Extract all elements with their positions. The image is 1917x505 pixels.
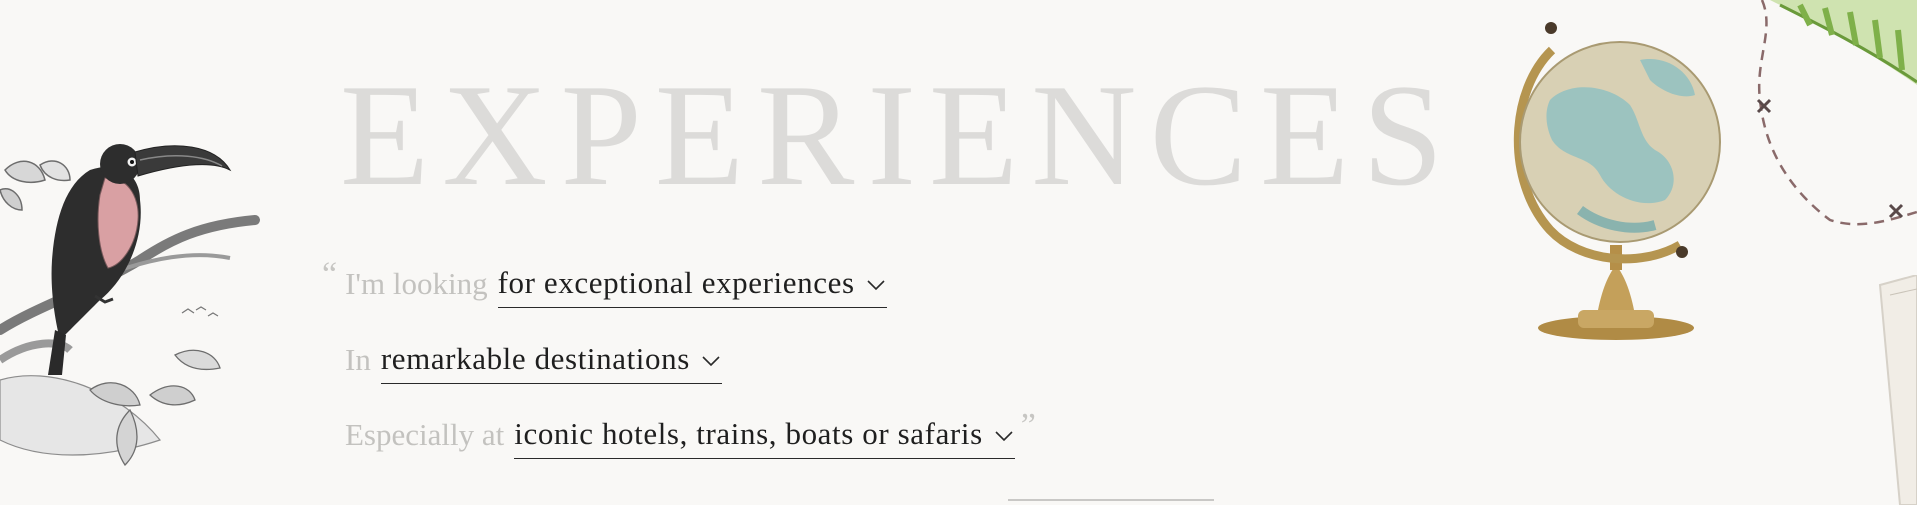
destination-lead-text: In	[345, 342, 371, 377]
sentence-line-destination: In remarkable destinations	[345, 334, 722, 384]
chevron-down-icon	[702, 356, 720, 367]
chevron-down-icon	[995, 431, 1013, 442]
page-title: EXPERIENCES	[340, 54, 1457, 216]
property-lead-text: Especially at	[345, 417, 505, 452]
property-type-dropdown[interactable]: iconic hotels, trains, boats or safaris	[514, 416, 1015, 459]
chevron-down-icon	[867, 280, 885, 291]
property-type-value: iconic hotels, trains, boats or safaris	[514, 416, 983, 451]
globe-illustration	[1513, 22, 1721, 340]
experience-type-value: for exceptional experiences	[497, 265, 855, 300]
destination-dropdown[interactable]: remarkable destinations	[380, 341, 722, 384]
palm-leaf-illustration	[1770, 0, 1917, 85]
toucan-illustration	[0, 144, 260, 467]
section-divider	[1008, 499, 1214, 501]
experience-lead-text: I'm looking	[345, 266, 488, 301]
opening-quote: “	[322, 256, 338, 293]
experience-type-dropdown[interactable]: for exceptional experiences	[497, 265, 887, 308]
experience-finder: EXPERIENCES “ I'm looking for exceptiona…	[0, 0, 1917, 505]
closing-quote: ”	[1020, 407, 1036, 444]
postcard-illustration	[1878, 275, 1917, 505]
destination-value: remarkable destinations	[380, 341, 690, 376]
sentence-line-experience: “ I'm looking for exceptional experience…	[322, 258, 887, 308]
sentence-line-property: Especially at iconic hotels, trains, boa…	[345, 409, 1036, 459]
